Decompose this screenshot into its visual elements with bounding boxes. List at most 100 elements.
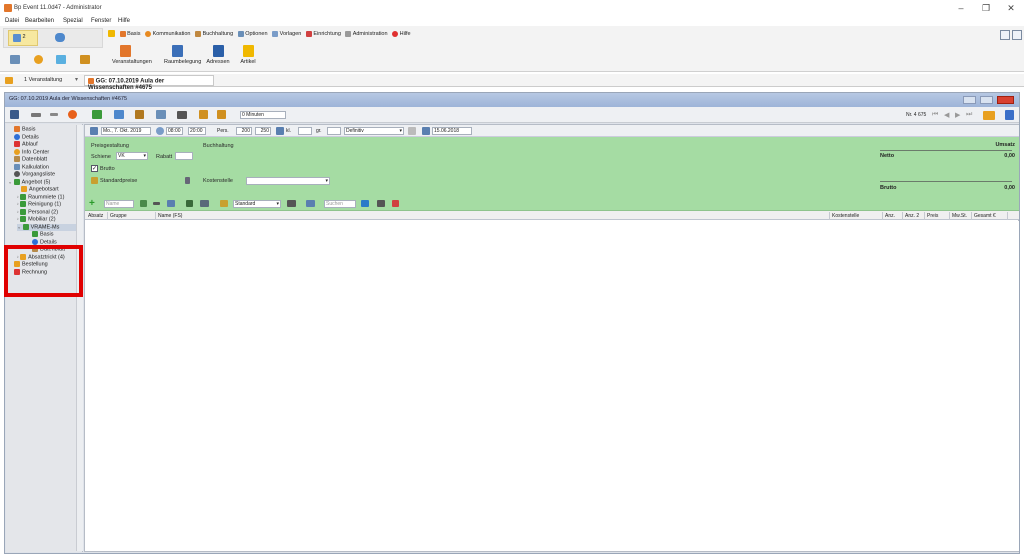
tree-item-vrame[interactable]: ⌄ VRAME-Ms (17, 223, 76, 231)
expand-icon[interactable]: ⌄ (17, 224, 23, 230)
kostenstelle-select[interactable]: ▾ (246, 177, 330, 185)
tree-item-mobiliar[interactable]: › Mobiliar (2) (17, 216, 76, 224)
date-to-field[interactable]: 15.06.2018 (432, 127, 472, 135)
minimize-button[interactable]: – (953, 2, 969, 14)
settings-icon[interactable] (10, 55, 20, 64)
doc-minimize-button[interactable] (963, 96, 976, 104)
rabatt-field[interactable] (175, 152, 193, 160)
cart-icon[interactable] (377, 200, 385, 207)
tree-item-kalkulation[interactable]: Kalkulation (14, 163, 76, 172)
doc-restore-button[interactable] (980, 96, 993, 104)
name-search-field[interactable]: Name (104, 200, 134, 208)
move-icon[interactable] (167, 200, 175, 207)
tree-item-personal[interactable]: › Personal (2) (17, 208, 76, 217)
contacts-icon[interactable] (113, 110, 124, 119)
tab-vorlagen[interactable]: Vorlagen (272, 30, 301, 37)
tab-hilfe[interactable]: Hilfe (392, 30, 411, 37)
columns-icon[interactable] (200, 200, 209, 207)
add-icon[interactable]: + (89, 198, 95, 209)
col-preis[interactable]: Preis (925, 212, 950, 220)
print-icon[interactable] (30, 112, 41, 117)
col-name[interactable]: Name (FS) (156, 212, 830, 220)
tab-document-active[interactable]: GG: 07.10.2019 Aula der Wissenschaften #… (84, 75, 214, 91)
gr-field[interactable] (327, 127, 341, 135)
expand-all-icon[interactable] (186, 200, 193, 207)
filter-icon[interactable] (306, 200, 315, 207)
tab-buchhaltung[interactable]: Buchhaltung (195, 30, 233, 37)
remove-icon[interactable] (153, 202, 160, 205)
time-select[interactable]: 0 Minuten (240, 111, 286, 119)
view-select[interactable]: Standard ▾ (233, 200, 281, 208)
col-gruppe[interactable]: Gruppe (108, 212, 156, 220)
tree-item-raummiete[interactable]: › Raummiete (1) (17, 193, 76, 202)
col-mwst[interactable]: Mw.St. (950, 212, 972, 220)
tab-einrichtung[interactable]: Einrichtung (305, 30, 341, 37)
chat-icon[interactable] (55, 33, 65, 42)
first-record-button[interactable]: ⏮ (932, 111, 938, 119)
tab-kommunikation[interactable]: Kommunikation (145, 30, 191, 37)
time-to-field[interactable]: 20:00 (188, 127, 206, 135)
adressen-button[interactable]: Adressen (205, 45, 231, 65)
calc-icon[interactable] (198, 110, 208, 119)
col-gesamt[interactable]: Gesamt € (972, 212, 1008, 220)
lock-icon[interactable] (185, 177, 190, 184)
date-from-field[interactable]: Mo., 7. Okt. 2019 (101, 127, 151, 135)
tree-item-datenblatt[interactable]: Datenblatt (14, 156, 76, 164)
bell-alert-icon[interactable] (217, 110, 227, 119)
tree-add-icon[interactable] (92, 110, 103, 119)
tools-icon[interactable] (983, 111, 995, 120)
time-from-field[interactable]: 08:00 (166, 127, 183, 135)
close-button[interactable]: ✕ (1003, 2, 1019, 14)
document-icon[interactable] (135, 110, 145, 119)
artikel-button[interactable]: Artikel (235, 45, 261, 65)
clock-icon[interactable] (33, 55, 43, 64)
prev-record-button[interactable]: ◀ (944, 111, 949, 119)
tab-optionen[interactable]: Optionen (237, 30, 268, 37)
veranstaltungen-button[interactable]: Veranstaltungen (112, 45, 152, 65)
ribbon-pin-button[interactable] (1012, 30, 1022, 40)
ribbon-toggle-button[interactable] (1000, 30, 1010, 40)
last-record-button[interactable]: ⏭ (966, 111, 972, 119)
tree-item-info-center[interactable]: Info Center (14, 148, 76, 157)
tree-item-ablauf[interactable]: Ablauf (14, 141, 76, 149)
calendar-icon[interactable] (422, 127, 430, 135)
col-anz[interactable]: Anz. (883, 212, 903, 220)
search-field[interactable]: Suchen (324, 200, 356, 208)
edit-icon[interactable] (408, 127, 416, 135)
save-icon[interactable] (10, 110, 19, 119)
pers-field[interactable]: 200 (236, 127, 252, 135)
menu-fenster[interactable]: Fenster (91, 18, 111, 24)
event-icon[interactable] (5, 77, 13, 84)
menu-datei[interactable]: Datei (5, 18, 19, 24)
bell-icon[interactable] (79, 55, 90, 64)
restore-button[interactable]: ❐ (978, 2, 994, 14)
tree-item-details[interactable]: Details (14, 133, 76, 142)
refresh-icon[interactable] (67, 110, 77, 119)
print-icon[interactable] (287, 200, 296, 207)
clock-icon[interactable] (156, 127, 164, 135)
kl-field[interactable] (298, 127, 312, 135)
menu-hilfe[interactable]: Hilfe (118, 18, 130, 24)
grid-body[interactable] (85, 221, 1019, 551)
tree-item-angebot[interactable]: ⌄ Angebot (5) (8, 178, 76, 187)
menu-bearbeiten[interactable]: Bearbeiten (25, 18, 54, 24)
doc-close-button[interactable] (997, 96, 1014, 104)
tab-basis[interactable]: Basis (119, 30, 141, 37)
pers-max-field[interactable]: 250 (255, 127, 271, 135)
chevron-down-icon[interactable]: ▾ (75, 76, 78, 83)
tag-icon[interactable] (220, 200, 228, 207)
tree-item-reinigung[interactable]: › Reinigung (1) (17, 201, 76, 209)
edit-icon[interactable] (140, 200, 147, 207)
col-kostenstelle[interactable]: Kostenstelle (830, 212, 883, 220)
help-icon[interactable] (1005, 110, 1014, 120)
tree-item-angebotsart[interactable]: Angebotsart (21, 186, 76, 194)
tree-item-basis[interactable]: Basis (14, 126, 76, 134)
tree-item-vorgangsliste[interactable]: Vorgangsliste (14, 171, 76, 179)
col-absatz[interactable]: Absatz (86, 212, 108, 220)
tree-item-vrame-basis[interactable]: Basis (32, 231, 76, 239)
brutto-checkbox[interactable]: ✓ (91, 165, 98, 172)
cart-icon[interactable] (177, 110, 188, 119)
status-select[interactable]: Definitiv ▾ (344, 127, 404, 135)
expand-icon[interactable]: ⌄ (8, 179, 14, 185)
menu-spezial[interactable]: Spezial (63, 18, 83, 24)
